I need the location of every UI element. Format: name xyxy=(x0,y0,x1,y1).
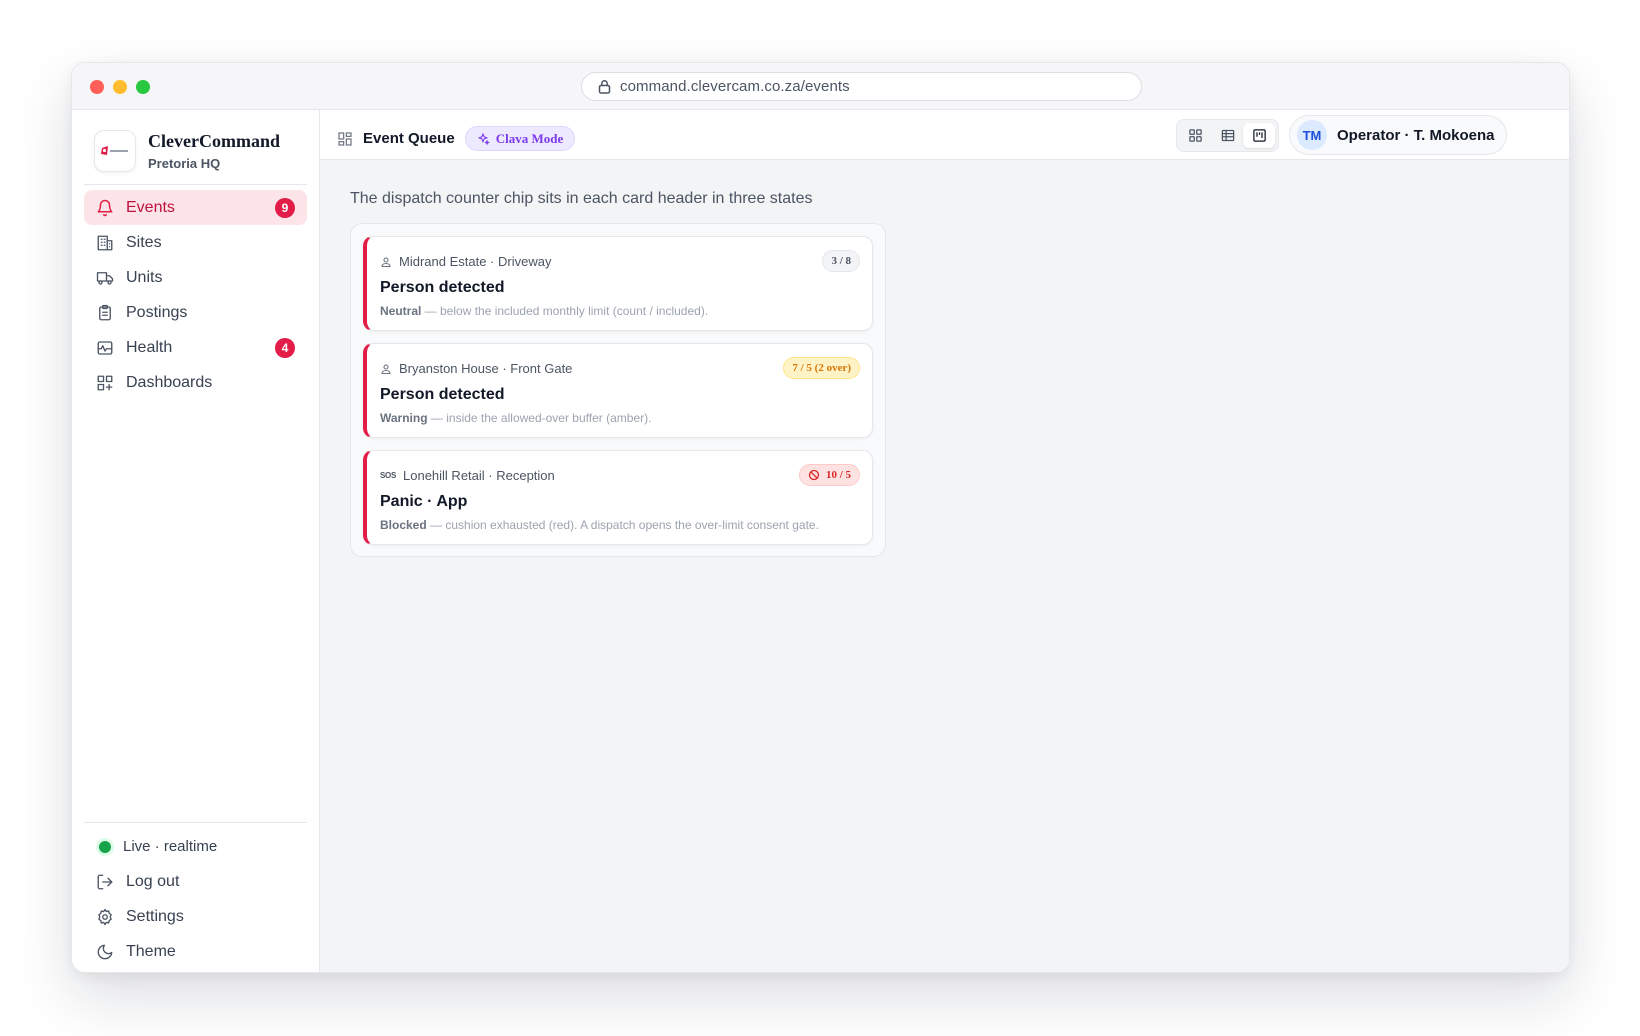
brand-logo xyxy=(94,130,136,172)
event-site: Bryanston House · Front Gate xyxy=(399,361,573,376)
blocked-icon xyxy=(808,469,820,481)
sidebar-item-label: Events xyxy=(126,198,175,216)
dispatch-counter-chip: 7 / 5 (2 over) xyxy=(783,357,860,379)
live-status: Live · realtime xyxy=(84,829,307,864)
event-description: Blocked — cushion exhausted (red). A dis… xyxy=(380,518,819,532)
person-icon xyxy=(381,256,391,267)
theme-toggle[interactable]: Theme xyxy=(84,934,307,969)
event-state: Blocked xyxy=(380,518,427,532)
sidebar-item-dashboards[interactable]: Dashboards xyxy=(84,365,307,400)
gear-icon xyxy=(96,908,114,926)
browser-window: command.clevercam.co.za/events CleverCom… xyxy=(71,62,1570,973)
live-status-dot xyxy=(99,840,111,853)
event-title: Person detected xyxy=(380,386,505,403)
brand: CleverCommand Pretoria HQ xyxy=(94,130,280,172)
grid-view-button[interactable] xyxy=(1180,123,1212,148)
event-site: Lonehill Retail · Reception xyxy=(403,468,555,483)
sidebar-item-health[interactable]: Health 4 xyxy=(84,330,307,365)
sidebar-item-label: Health xyxy=(126,338,173,356)
sidebar: CleverCommand Pretoria HQ Events 9 Sites… xyxy=(72,110,320,972)
grid-plus-icon xyxy=(96,374,114,392)
address-bar[interactable]: command.clevercam.co.za/events xyxy=(581,72,1142,101)
browser-titlebar: command.clevercam.co.za/events xyxy=(72,63,1569,110)
layout-icon xyxy=(338,131,352,146)
sidebar-item-events[interactable]: Events 9 xyxy=(84,190,307,225)
minimize-window-button[interactable] xyxy=(113,80,127,94)
logout-icon xyxy=(96,873,114,891)
view-toggle xyxy=(1176,119,1279,152)
sidebar-item-postings[interactable]: Postings xyxy=(84,295,307,330)
board-view-button[interactable] xyxy=(1243,123,1276,148)
intro-text: The dispatch counter chip sits in each c… xyxy=(350,190,813,207)
close-window-button[interactable] xyxy=(90,80,104,94)
sidebar-item-units[interactable]: Units xyxy=(84,260,307,295)
dispatch-counter-chip: 3 / 8 xyxy=(822,250,860,272)
events-count-badge: 9 xyxy=(275,198,295,218)
event-title: Panic · App xyxy=(380,493,468,510)
grid-icon xyxy=(1189,129,1203,142)
breadcrumb: Event Queue Clava Mode xyxy=(337,126,576,151)
kanban-icon xyxy=(1252,129,1266,142)
event-state-detail: — inside the allowed-over buffer (amber)… xyxy=(427,411,652,425)
sidebar-item-label: Units xyxy=(126,268,163,286)
truck-icon xyxy=(96,269,114,287)
event-card[interactable]: Bryanston House · Front Gate 7 / 5 (2 ov… xyxy=(363,343,873,438)
event-card[interactable]: SOS Lonehill Retail · Reception 10 / 5 P… xyxy=(363,450,873,545)
event-title: Person detected xyxy=(380,279,505,296)
logout-label: Log out xyxy=(126,872,180,890)
table-icon xyxy=(1221,129,1234,142)
event-card[interactable]: Midrand Estate · Driveway 3 / 8 Person d… xyxy=(363,236,873,331)
divider xyxy=(84,184,307,185)
sidebar-nav: Events 9 Sites Units Postings Health 4 D… xyxy=(84,190,307,400)
settings-label: Settings xyxy=(126,907,184,925)
sos-icon: SOS xyxy=(380,471,396,480)
settings-button[interactable]: Settings xyxy=(84,899,307,934)
maximize-window-button[interactable] xyxy=(136,80,150,94)
sidebar-item-label: Dashboards xyxy=(126,373,213,391)
brand-subtitle: Pretoria HQ xyxy=(148,156,221,171)
event-state: Neutral xyxy=(380,304,422,318)
clava-mode-chip[interactable]: Clava Mode xyxy=(464,126,576,151)
sparkle-icon xyxy=(478,132,490,145)
clava-mode-label: Clava Mode xyxy=(495,130,564,146)
event-description: Warning — inside the allowed-over buffer… xyxy=(380,411,651,425)
event-card-list: Midrand Estate · Driveway 3 / 8 Person d… xyxy=(350,223,886,557)
dispatch-counter-value: 10 / 5 xyxy=(825,469,851,481)
activity-icon xyxy=(96,339,114,357)
logout-button[interactable]: Log out xyxy=(84,864,307,899)
table-view-button[interactable] xyxy=(1212,123,1244,148)
dispatch-counter-chip: 10 / 5 xyxy=(798,464,860,486)
sidebar-item-sites[interactable]: Sites xyxy=(84,225,307,260)
operator-name: Operator · T. Mokoena xyxy=(1337,126,1495,144)
brand-name: CleverCommand xyxy=(148,131,280,151)
live-status-label: Live · realtime xyxy=(123,838,218,855)
divider xyxy=(84,822,307,823)
sidebar-footer: Live · realtime Log out Settings Theme xyxy=(84,829,307,969)
theme-label: Theme xyxy=(126,942,176,960)
lock-icon xyxy=(598,80,611,94)
event-state-detail: — below the included monthly limit (coun… xyxy=(421,304,709,318)
event-description: Neutral — below the included monthly lim… xyxy=(380,304,708,318)
building-icon xyxy=(96,234,114,252)
topbar: Event Queue Clava Mode TM Operator · T. … xyxy=(320,110,1569,160)
bell-icon xyxy=(96,199,114,217)
event-state: Warning xyxy=(380,411,428,425)
event-site: Midrand Estate · Driveway xyxy=(399,254,552,269)
moon-icon xyxy=(96,943,114,961)
operator-menu[interactable]: TM Operator · T. Mokoena xyxy=(1289,115,1507,155)
page-title: Event Queue xyxy=(363,130,455,147)
clipboard-icon xyxy=(96,304,114,322)
event-state-detail: — cushion exhausted (red). A dispatch op… xyxy=(426,518,819,532)
sidebar-item-label: Postings xyxy=(126,303,188,321)
avatar: TM xyxy=(1297,120,1327,150)
url-text: command.clevercam.co.za/events xyxy=(620,78,850,95)
sidebar-item-label: Sites xyxy=(126,233,162,251)
health-count-badge: 4 xyxy=(275,338,295,358)
person-icon xyxy=(381,363,391,374)
main-content: Event Queue Clava Mode TM Operator · T. … xyxy=(320,110,1569,972)
